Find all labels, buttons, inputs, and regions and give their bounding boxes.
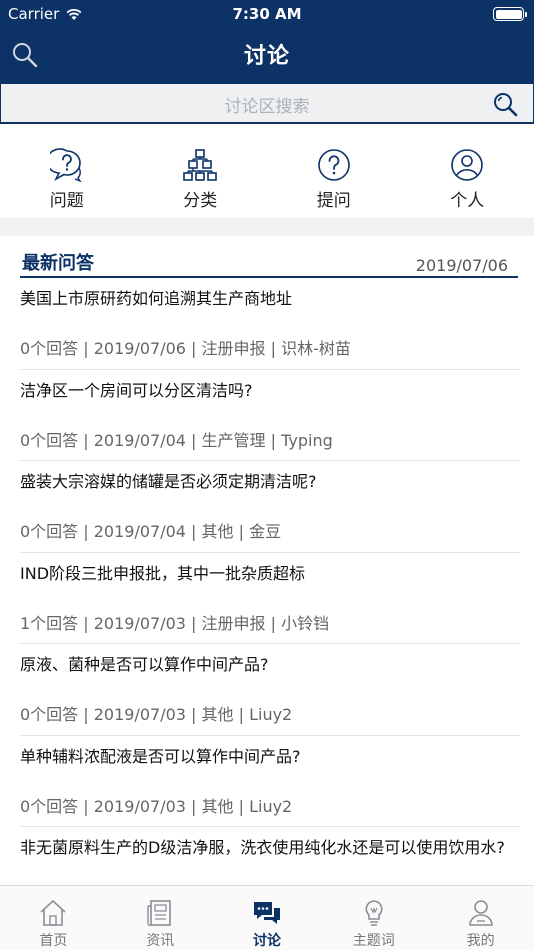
- status-time: 7:30 AM: [232, 5, 302, 23]
- question-title: 美国上市原研药如何追溯其生产商地址: [20, 289, 293, 308]
- list-item[interactable]: 原液、菌种是否可以算作中间产品? 0个回答 | 2019/07/03 | 其他 …: [20, 644, 520, 736]
- tab-label: 讨论: [252, 933, 281, 949]
- tab-news[interactable]: 资讯: [107, 886, 214, 950]
- tab-keywords[interactable]: 主题词: [320, 886, 427, 950]
- tab-discussion[interactable]: 讨论: [214, 886, 321, 950]
- user-icon: [468, 900, 493, 926]
- category-label: 个人: [450, 191, 485, 211]
- question-meta: 0个回答 | 2019/07/03 | 其他 | Liuy2: [20, 705, 293, 724]
- page-title: 讨论: [243, 44, 290, 69]
- category-classification[interactable]: 分类: [134, 124, 268, 218]
- search-bar: 讨论区搜索: [0, 84, 534, 124]
- tab-mine[interactable]: 我的: [427, 886, 534, 950]
- list-item[interactable]: 非无菌原料生产的D级洁净服，洗衣使用纯化水还是可以使用饮用水?: [20, 827, 520, 887]
- tab-home[interactable]: 首页: [0, 886, 107, 950]
- battery-icon: [493, 7, 527, 21]
- question-meta: 0个回答 | 2019/07/04 | 生产管理 | Typing: [20, 430, 333, 450]
- news-icon: [147, 900, 171, 926]
- hierarchy-icon: [183, 149, 218, 181]
- question-title: 盛装大宗溶媒的储罐是否必须定期清洁呢?: [20, 472, 317, 491]
- tab-label: 资讯: [146, 933, 175, 949]
- question-meta: 0个回答 | 2019/07/03 | 其他 | Liuy2: [20, 796, 293, 816]
- question-bubble-icon: [49, 148, 82, 182]
- home-icon: [40, 899, 66, 926]
- list-item[interactable]: 洁净区一个房间可以分区清洁吗? 0个回答 | 2019/07/04 | 生产管理…: [20, 370, 520, 461]
- section-header: 最新问答 2019/07/06: [20, 236, 518, 278]
- question-meta: 0个回答 | 2019/07/04 | 其他 | 金豆: [20, 522, 282, 541]
- search-button-icon[interactable]: [491, 90, 519, 118]
- nav-bar: 讨论: [0, 28, 534, 84]
- list-item[interactable]: 美国上市原研药如何追溯其生产商地址 0个回答 | 2019/07/06 | 注册…: [20, 278, 520, 370]
- question-title: 单种辅料浓配液是否可以算作中间产品?: [20, 746, 301, 766]
- category-questions[interactable]: 问题: [0, 124, 134, 218]
- question-title: 非无菌原料生产的D级洁净服，洗衣使用纯化水还是可以使用饮用水?: [20, 838, 505, 857]
- category-label: 分类: [183, 191, 218, 211]
- search-input[interactable]: 讨论区搜索: [1, 84, 533, 122]
- list-item[interactable]: 单种辅料浓配液是否可以算作中间产品? 0个回答 | 2019/07/03 | 其…: [20, 736, 520, 827]
- question-title: 洁净区一个房间可以分区清洁吗?: [20, 380, 253, 400]
- tab-label: 首页: [39, 933, 68, 949]
- section-title: 最新问答: [22, 253, 94, 274]
- section-date: 2019/07/06: [415, 256, 508, 275]
- list-item[interactable]: 盛装大宗溶媒的储罐是否必须定期清洁呢? 0个回答 | 2019/07/04 | …: [20, 461, 520, 553]
- category-label: 提问: [316, 191, 351, 211]
- tab-label: 主题词: [352, 933, 395, 949]
- lightbulb-icon: [365, 900, 383, 926]
- list-item[interactable]: IND阶段三批申报批，其中一批杂质超标 1个回答 | 2019/07/03 | …: [20, 553, 520, 644]
- search-placeholder: 讨论区搜索: [224, 97, 310, 117]
- tab-label: 我的: [466, 933, 495, 949]
- question-meta: 1个回答 | 2019/07/03 | 注册申报 | 小铃铛: [20, 613, 330, 633]
- category-personal[interactable]: 个人: [401, 124, 534, 218]
- latest-questions-section: 最新问答 2019/07/06 美国上市原研药如何追溯其生产商地址 0个回答 |…: [0, 236, 534, 887]
- question-title: 原液、菌种是否可以算作中间产品?: [20, 655, 269, 674]
- question-meta: 0个回答 | 2019/07/06 | 注册申报 | 识林-树苗: [20, 339, 351, 358]
- question-title: IND阶段三批申报批，其中一批杂质超标: [20, 563, 306, 583]
- person-icon: [451, 149, 484, 181]
- category-ask[interactable]: 提问: [267, 124, 401, 218]
- top-bar: Carrier 7:30 AM 讨论: [0, 0, 534, 84]
- status-bar: Carrier 7:30 AM: [0, 0, 534, 28]
- category-label: 问题: [49, 191, 84, 211]
- tab-bar: 首页 资讯 讨论 主题词 我的: [0, 885, 534, 950]
- chat-icon: [253, 902, 280, 924]
- category-row: 问题 分类 提问 个人: [0, 124, 534, 218]
- question-circle-icon: [317, 149, 350, 181]
- section-divider: [0, 218, 534, 236]
